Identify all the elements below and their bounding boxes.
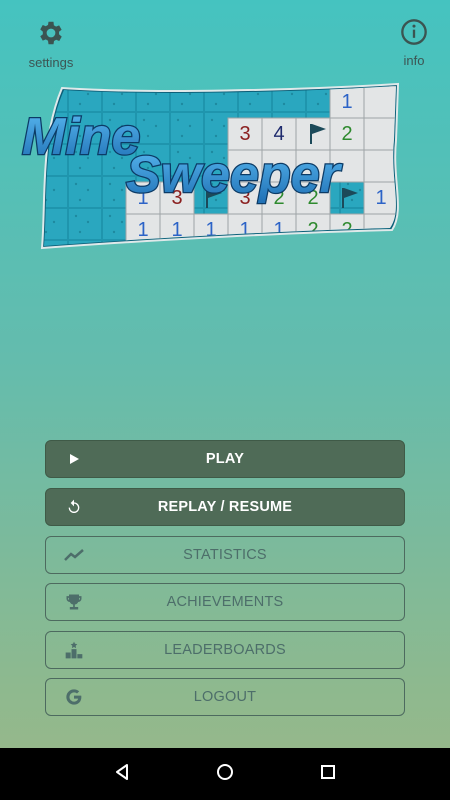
svg-text:3: 3 (239, 123, 250, 145)
leaderboards-button[interactable]: LEADERBOARDS (45, 631, 405, 669)
home-icon (215, 762, 235, 787)
achievements-label: ACHIEVEMENTS (166, 594, 284, 610)
trophy-icon (64, 592, 84, 612)
info-label: info (403, 53, 425, 68)
replay-label: REPLAY / RESUME (157, 499, 293, 515)
statistics-button[interactable]: STATISTICS (45, 536, 405, 574)
svg-text:1: 1 (273, 219, 284, 241)
settings-button[interactable]: settings (22, 18, 80, 70)
info-button[interactable]: info (392, 18, 436, 68)
info-icon (400, 19, 428, 50)
system-navigation-bar (0, 748, 450, 800)
svg-text:1: 1 (239, 219, 250, 241)
play-label: PLAY (205, 451, 245, 467)
logout-label: LOGOUT (193, 689, 257, 705)
logo-word-sweeper: Sweeper (126, 146, 343, 204)
logout-button[interactable]: LOGOUT (45, 678, 405, 716)
trend-icon (64, 545, 84, 565)
svg-text:1: 1 (137, 219, 148, 241)
svg-text:2: 2 (341, 123, 352, 145)
home-button[interactable] (205, 754, 245, 794)
play-icon (64, 449, 84, 469)
svg-text:2: 2 (307, 219, 318, 241)
logo-word-mine: Mine (22, 108, 140, 166)
achievements-button[interactable]: ACHIEVEMENTS (45, 583, 405, 621)
leaderboards-label: LEADERBOARDS (164, 642, 286, 658)
google-icon (64, 687, 84, 707)
minesweeper-logo: 1 3 4 2 1 3 3 2 2 1 1 1 1 1 1 2 2 (0, 80, 450, 260)
play-button[interactable]: PLAY (45, 440, 405, 478)
replay-resume-button[interactable]: REPLAY / RESUME (45, 488, 405, 526)
gear-icon (36, 21, 66, 52)
svg-text:4: 4 (273, 123, 284, 145)
back-icon (113, 763, 131, 786)
recents-icon (320, 764, 336, 785)
settings-label: settings (28, 55, 74, 70)
svg-text:1: 1 (375, 187, 386, 209)
replay-icon (64, 497, 84, 517)
recents-button[interactable] (308, 754, 348, 794)
statistics-label: STATISTICS (183, 547, 267, 563)
back-button[interactable] (102, 754, 142, 794)
podium-icon (64, 640, 84, 660)
svg-text:1: 1 (341, 91, 352, 113)
